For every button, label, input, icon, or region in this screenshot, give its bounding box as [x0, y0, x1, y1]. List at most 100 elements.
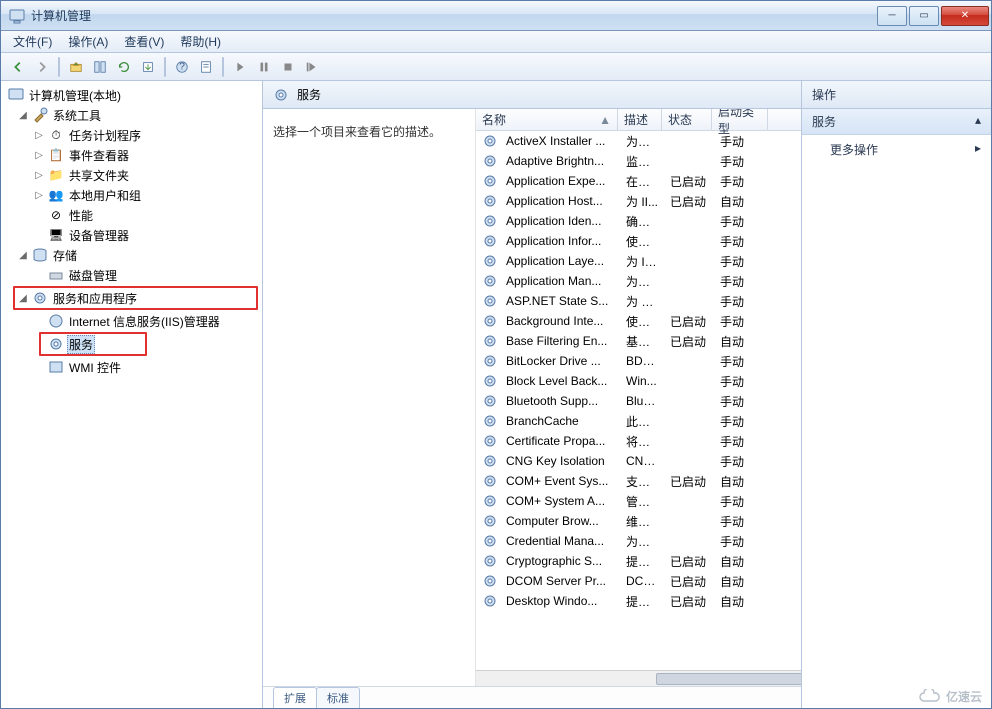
col-desc[interactable]: 描述 [618, 109, 662, 130]
tab-standard[interactable]: 标准 [316, 687, 360, 708]
service-row[interactable]: Desktop Windo...提供...已启动自动 [476, 591, 801, 611]
tab-extended[interactable]: 扩展 [273, 687, 317, 708]
svg-text:?: ? [179, 60, 185, 72]
service-row[interactable]: Application Man...为通...手动 [476, 271, 801, 291]
back-button[interactable] [7, 56, 29, 78]
watermark: 亿速云 [918, 688, 982, 705]
service-row[interactable]: Base Filtering En...基本...已启动自动 [476, 331, 801, 351]
tree-item[interactable]: 🖥设备管理器 [1, 225, 262, 245]
computer-icon [8, 87, 24, 103]
tree-services[interactable]: 服务 [41, 334, 145, 354]
export-button[interactable] [137, 56, 159, 78]
col-state[interactable]: 状态 [662, 109, 712, 130]
col-name[interactable]: 名称▲ [476, 109, 618, 130]
gear-icon [482, 233, 498, 249]
gear-icon [482, 133, 498, 149]
service-row[interactable]: Computer Brow...维护...手动 [476, 511, 801, 531]
iis-icon [48, 313, 64, 329]
service-row[interactable]: COM+ System A...管理...手动 [476, 491, 801, 511]
service-row[interactable]: DCOM Server Pr...DCO...已启动自动 [476, 571, 801, 591]
service-row[interactable]: Application Iden...确定...手动 [476, 211, 801, 231]
gear-icon [482, 273, 498, 289]
tree-system-tools[interactable]: ◢ 系统工具 [1, 105, 262, 125]
service-row[interactable]: BranchCache此服...手动 [476, 411, 801, 431]
expand-icon[interactable]: ▷ [33, 150, 45, 161]
start-service-button[interactable] [229, 56, 251, 78]
chevron-up-icon: ▴ [975, 113, 981, 130]
services-apps-icon [32, 290, 48, 306]
refresh-button[interactable] [113, 56, 135, 78]
service-row[interactable]: ASP.NET State S...为 A...手动 [476, 291, 801, 311]
app-icon [9, 8, 25, 24]
service-row[interactable]: Block Level Back...Win...手动 [476, 371, 801, 391]
service-row[interactable]: Cryptographic S...提供...已启动自动 [476, 551, 801, 571]
menu-help[interactable]: 帮助(H) [172, 31, 229, 52]
collapse-icon[interactable]: ◢ [17, 110, 29, 121]
col-start[interactable]: 启动类型 [712, 109, 768, 130]
tree-item[interactable]: ▷👥本地用户和组 [1, 185, 262, 205]
tree-services-apps[interactable]: ◢ 服务和应用程序 [15, 288, 256, 308]
help-button[interactable]: ? [171, 56, 193, 78]
menubar: 文件(F) 操作(A) 查看(V) 帮助(H) [1, 31, 991, 53]
horizontal-scrollbar[interactable] [476, 670, 801, 686]
actions-section[interactable]: 服务 ▴ [802, 109, 991, 135]
tree-iis[interactable]: Internet 信息服务(IIS)管理器 [1, 311, 262, 331]
service-row[interactable]: Bluetooth Supp...Blue...手动 [476, 391, 801, 411]
tree-item[interactable]: ▷📁共享文件夹 [1, 165, 262, 185]
service-row[interactable]: Credential Mana...为用...手动 [476, 531, 801, 551]
tree-pane[interactable]: 计算机管理(本地) ◢ 系统工具 ▷⏱任务计划程序▷📋事件查看器▷📁共享文件夹▷… [1, 81, 263, 708]
tree-item[interactable]: ▷⏱任务计划程序 [1, 125, 262, 145]
service-row[interactable]: Application Laye...为 In...手动 [476, 251, 801, 271]
up-button[interactable] [65, 56, 87, 78]
expand-icon[interactable]: ▷ [33, 190, 45, 201]
tree-item[interactable]: ⊘性能 [1, 205, 262, 225]
expand-icon[interactable]: ▷ [33, 130, 45, 141]
tree-storage[interactable]: ◢ 存储 [1, 245, 262, 265]
gear-icon [482, 213, 498, 229]
service-row[interactable]: Application Host...为 II...已启动自动 [476, 191, 801, 211]
properties-button[interactable] [195, 56, 217, 78]
maximize-button[interactable]: ▭ [909, 6, 939, 26]
show-hide-button[interactable] [89, 56, 111, 78]
service-row[interactable]: Adaptive Brightn...监视...手动 [476, 151, 801, 171]
service-row[interactable]: Certificate Propa...将用...手动 [476, 431, 801, 451]
tree-item[interactable]: ▷📋事件查看器 [1, 145, 262, 165]
tree-root[interactable]: 计算机管理(本地) [1, 85, 262, 105]
service-row[interactable]: CNG Key IsolationCNG...手动 [476, 451, 801, 471]
menu-file[interactable]: 文件(F) [5, 31, 60, 52]
gear-icon [482, 593, 498, 609]
actions-pane: 操作 服务 ▴ 更多操作 ▸ [802, 81, 991, 708]
service-row[interactable]: ActiveX Installer ...为从 ...手动 [476, 131, 801, 151]
service-row[interactable]: Background Inte...使用...已启动手动 [476, 311, 801, 331]
titlebar: 计算机管理 ─ ▭ ✕ [1, 1, 991, 31]
gear-icon [482, 453, 498, 469]
gear-icon [482, 513, 498, 529]
close-button[interactable]: ✕ [941, 6, 989, 26]
service-row[interactable]: Application Expe...在应...已启动手动 [476, 171, 801, 191]
bottom-tabs: 扩展 标准 [263, 686, 801, 708]
service-row[interactable]: BitLocker Drive ...BDE...手动 [476, 351, 801, 371]
gear-icon [482, 553, 498, 569]
restart-service-button[interactable] [301, 56, 323, 78]
expand-icon[interactable]: ▷ [33, 170, 45, 181]
actions-more[interactable]: 更多操作 ▸ [802, 135, 991, 164]
service-row[interactable]: COM+ Event Sys...支持...已启动自动 [476, 471, 801, 491]
list-body[interactable]: ActiveX Installer ...为从 ...手动Adaptive Br… [476, 131, 801, 670]
minimize-button[interactable]: ─ [877, 6, 907, 26]
pause-service-button[interactable] [253, 56, 275, 78]
list-header: 名称▲ 描述 状态 启动类型 [476, 109, 801, 131]
forward-button[interactable] [31, 56, 53, 78]
menu-view[interactable]: 查看(V) [116, 31, 172, 52]
tree-disk-mgmt[interactable]: 磁盘管理 [1, 265, 262, 285]
gear-icon [482, 473, 498, 489]
wmi-icon [48, 359, 64, 375]
collapse-icon[interactable]: ◢ [17, 250, 29, 261]
service-row[interactable]: Application Infor...使用...手动 [476, 231, 801, 251]
menu-action[interactable]: 操作(A) [60, 31, 116, 52]
tools-icon [32, 107, 48, 123]
tree-wmi[interactable]: WMI 控件 [1, 357, 262, 377]
item-icon: 📁 [48, 167, 64, 183]
toolbar: ? [1, 53, 991, 81]
stop-service-button[interactable] [277, 56, 299, 78]
collapse-icon[interactable]: ◢ [17, 293, 29, 304]
